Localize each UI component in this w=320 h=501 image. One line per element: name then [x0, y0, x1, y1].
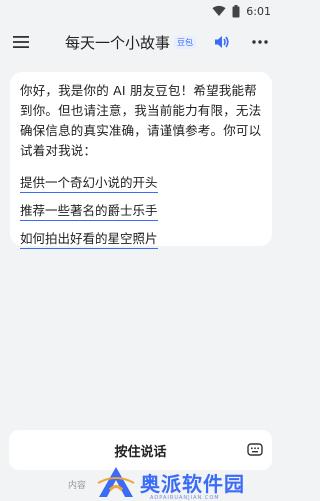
hold-to-talk-label: 按住说话 — [114, 444, 167, 460]
site-watermark: 奥派软件园 AOPAIRUANJIAN.COM — [96, 464, 281, 501]
bot-badge: 豆包 — [174, 35, 196, 49]
clock: 6:01 — [246, 4, 271, 18]
bot-message-bubble: 你好，我是你的 AI 朋友豆包！希望我能帮到你。但也请注意，我当前能力有限，无法… — [10, 72, 272, 249]
page-title: 每天一个小故事 — [64, 33, 170, 52]
greeting-text: 你好，我是你的 AI 朋友豆包！希望我能帮到你。但也请注意，我当前能力有限，无法… — [20, 83, 262, 158]
watermark-logo-icon — [97, 467, 135, 497]
suggestion-starry-photos[interactable]: 如何拍出好看的星空照片 — [20, 231, 158, 249]
suggestion-jazz-musicians[interactable]: 推荐一些著名的爵士乐手 — [20, 203, 158, 221]
more-icon[interactable] — [249, 31, 271, 53]
menu-icon[interactable] — [10, 31, 32, 53]
status-bar: 6:01 — [0, 0, 281, 22]
suggestion-fantasy-opening[interactable]: 提供一个奇幻小说的开头 — [20, 175, 158, 193]
wifi-icon — [212, 5, 226, 17]
watermark-text: 奥派软件园 — [140, 471, 245, 496]
keyboard-icon[interactable] — [246, 441, 264, 459]
title-group: 每天一个小故事 豆包 — [50, 32, 211, 53]
battery-icon — [232, 4, 240, 18]
watermark-subtext: AOPAIRUANJIAN.COM — [150, 495, 220, 501]
footer-disclaimer: 内容 — [68, 481, 87, 491]
speaker-icon[interactable] — [211, 31, 233, 53]
app-header: 每天一个小故事 豆包 — [0, 22, 281, 62]
suggestion-list: 提供一个奇幻小说的开头 推荐一些著名的爵士乐手 如何拍出好看的星空照片 — [20, 165, 262, 249]
